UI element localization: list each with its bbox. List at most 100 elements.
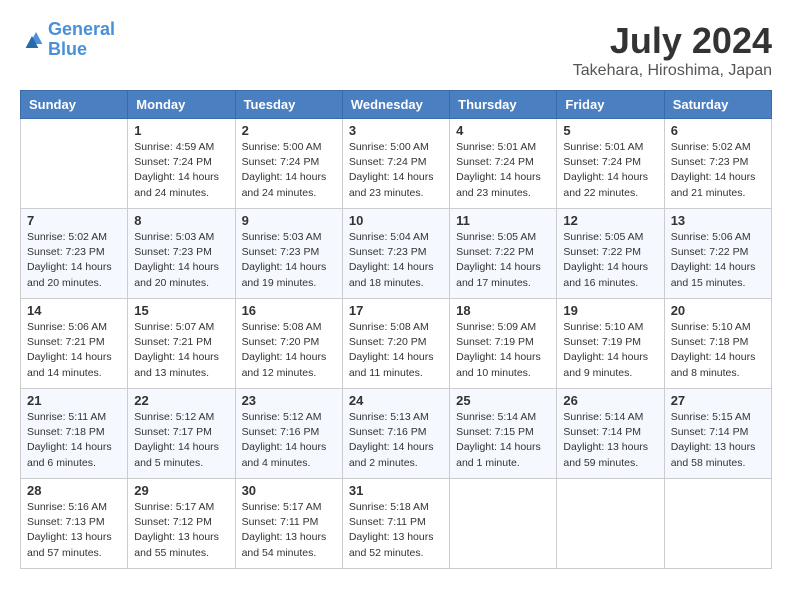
logo-general: General bbox=[48, 19, 115, 39]
calendar-cell: 11 Sunrise: 5:05 AMSunset: 7:22 PMDayligh… bbox=[450, 209, 557, 299]
calendar-cell: 5Sunrise: 5:01 AMSunset: 7:24 PMDaylight… bbox=[557, 119, 664, 209]
day-info: Sunrise: 5:14 AMSunset: 7:15 PMDaylight:… bbox=[456, 410, 550, 471]
column-header-tuesday: Tuesday bbox=[235, 91, 342, 119]
day-info: Sunrise: 5:00 AMSunset: 7:24 PMDaylight:… bbox=[349, 140, 443, 201]
calendar-table: SundayMondayTuesdayWednesdayThursdayFrid… bbox=[20, 90, 772, 569]
column-header-friday: Friday bbox=[557, 91, 664, 119]
day-number: 6 bbox=[671, 123, 765, 138]
calendar-cell: 15 Sunrise: 5:07 AMSunset: 7:21 PMDayligh… bbox=[128, 299, 235, 389]
day-info: Sunrise: 5:00 AMSunset: 7:24 PMDaylight:… bbox=[242, 140, 336, 201]
calendar-cell: 23Sunrise: 5:12 AMSunset: 7:16 PMDayligh… bbox=[235, 389, 342, 479]
day-info: Sunrise: 4:59 AMSunset: 7:24 PMDaylight:… bbox=[134, 140, 228, 201]
calendar-cell: 10Sunrise: 5:04 AMSunset: 7:23 PMDayligh… bbox=[342, 209, 449, 299]
day-info: Sunrise: 5:07 AMSunset: 7:21 PMDaylight:… bbox=[134, 320, 228, 381]
week-row-1: 1Sunrise: 4:59 AMSunset: 7:24 PMDaylight… bbox=[21, 119, 772, 209]
day-info: Sunrise: 5:09 AMSunset: 7:19 PMDaylight:… bbox=[456, 320, 550, 381]
column-header-thursday: Thursday bbox=[450, 91, 557, 119]
day-info: Sunrise: 5:10 AMSunset: 7:19 PMDaylight:… bbox=[563, 320, 657, 381]
day-info: Sunrise: 5:08 AMSunset: 7:20 PMDaylight:… bbox=[242, 320, 336, 381]
logo-icon bbox=[20, 28, 44, 52]
day-number: 14 bbox=[27, 303, 121, 318]
day-number: 17 bbox=[349, 303, 443, 318]
week-row-4: 21Sunrise: 5:11 AMSunset: 7:18 PMDayligh… bbox=[21, 389, 772, 479]
day-info: Sunrise: 5:05 AMSunset: 7:22 PMDaylight:… bbox=[563, 230, 657, 291]
calendar-cell bbox=[664, 479, 771, 569]
day-info: Sunrise: 5:12 AMSunset: 7:16 PMDaylight:… bbox=[242, 410, 336, 471]
day-info: Sunrise: 5:11 AMSunset: 7:18 PMDaylight:… bbox=[27, 410, 121, 471]
day-number: 2 bbox=[242, 123, 336, 138]
day-number: 5 bbox=[563, 123, 657, 138]
calendar-cell: 22Sunrise: 5:12 AMSunset: 7:17 PMDayligh… bbox=[128, 389, 235, 479]
day-info: Sunrise: 5:16 AMSunset: 7:13 PMDaylight:… bbox=[27, 500, 121, 561]
calendar-cell: 2 Sunrise: 5:00 AMSunset: 7:24 PMDaylight… bbox=[235, 119, 342, 209]
day-number: 10 bbox=[349, 213, 443, 228]
month-title: July 2024 bbox=[573, 20, 772, 62]
calendar-cell: 9 Sunrise: 5:03 AMSunset: 7:23 PMDaylight… bbox=[235, 209, 342, 299]
logo: General Blue bbox=[20, 20, 115, 60]
day-number: 28 bbox=[27, 483, 121, 498]
calendar-cell: 16 Sunrise: 5:08 AMSunset: 7:20 PMDayligh… bbox=[235, 299, 342, 389]
day-info: Sunrise: 5:06 AMSunset: 7:22 PMDaylight:… bbox=[671, 230, 765, 291]
calendar-cell: 1Sunrise: 4:59 AMSunset: 7:24 PMDaylight… bbox=[128, 119, 235, 209]
calendar-cell: 13 Sunrise: 5:06 AMSunset: 7:22 PMDayligh… bbox=[664, 209, 771, 299]
calendar-cell: 20 Sunrise: 5:10 AMSunset: 7:18 PMDayligh… bbox=[664, 299, 771, 389]
location-title: Takehara, Hiroshima, Japan bbox=[573, 62, 772, 80]
day-info: Sunrise: 5:17 AMSunset: 7:11 PMDaylight:… bbox=[242, 500, 336, 561]
page-header: General Blue July 2024 Takehara, Hiroshi… bbox=[20, 20, 772, 80]
day-number: 24 bbox=[349, 393, 443, 408]
day-number: 15 bbox=[134, 303, 228, 318]
day-number: 19 bbox=[563, 303, 657, 318]
day-info: Sunrise: 5:12 AMSunset: 7:17 PMDaylight:… bbox=[134, 410, 228, 471]
day-info: Sunrise: 5:17 AMSunset: 7:12 PMDaylight:… bbox=[134, 500, 228, 561]
day-info: Sunrise: 5:18 AMSunset: 7:11 PMDaylight:… bbox=[349, 500, 443, 561]
calendar-cell: 17 Sunrise: 5:08 AMSunset: 7:20 PMDayligh… bbox=[342, 299, 449, 389]
calendar-cell bbox=[557, 479, 664, 569]
title-area: July 2024 Takehara, Hiroshima, Japan bbox=[573, 20, 772, 80]
calendar-cell: 4 Sunrise: 5:01 AMSunset: 7:24 PMDaylight… bbox=[450, 119, 557, 209]
calendar-cell: 8 Sunrise: 5:03 AMSunset: 7:23 PMDaylight… bbox=[128, 209, 235, 299]
day-number: 3 bbox=[349, 123, 443, 138]
day-info: Sunrise: 5:13 AMSunset: 7:16 PMDaylight:… bbox=[349, 410, 443, 471]
day-number: 18 bbox=[456, 303, 550, 318]
calendar-cell: 14 Sunrise: 5:06 AMSunset: 7:21 PMDayligh… bbox=[21, 299, 128, 389]
day-number: 20 bbox=[671, 303, 765, 318]
day-info: Sunrise: 5:03 AMSunset: 7:23 PMDaylight:… bbox=[242, 230, 336, 291]
calendar-cell: 25Sunrise: 5:14 AMSunset: 7:15 PMDayligh… bbox=[450, 389, 557, 479]
column-header-monday: Monday bbox=[128, 91, 235, 119]
week-row-2: 7 Sunrise: 5:02 AMSunset: 7:23 PMDaylight… bbox=[21, 209, 772, 299]
day-number: 4 bbox=[456, 123, 550, 138]
calendar-cell: 18 Sunrise: 5:09 AMSunset: 7:19 PMDayligh… bbox=[450, 299, 557, 389]
day-number: 7 bbox=[27, 213, 121, 228]
calendar-cell: 30Sunrise: 5:17 AMSunset: 7:11 PMDayligh… bbox=[235, 479, 342, 569]
day-info: Sunrise: 5:06 AMSunset: 7:21 PMDaylight:… bbox=[27, 320, 121, 381]
day-info: Sunrise: 5:15 AMSunset: 7:14 PMDaylight:… bbox=[671, 410, 765, 471]
calendar-cell: 3 Sunrise: 5:00 AMSunset: 7:24 PMDaylight… bbox=[342, 119, 449, 209]
day-number: 29 bbox=[134, 483, 228, 498]
day-info: Sunrise: 5:14 AMSunset: 7:14 PMDaylight:… bbox=[563, 410, 657, 471]
day-info: Sunrise: 5:03 AMSunset: 7:23 PMDaylight:… bbox=[134, 230, 228, 291]
day-info: Sunrise: 5:08 AMSunset: 7:20 PMDaylight:… bbox=[349, 320, 443, 381]
day-info: Sunrise: 5:05 AMSunset: 7:22 PMDaylight:… bbox=[456, 230, 550, 291]
calendar-cell: 29 Sunrise: 5:17 AMSunset: 7:12 PMDayligh… bbox=[128, 479, 235, 569]
calendar-cell: 26 Sunrise: 5:14 AMSunset: 7:14 PMDayligh… bbox=[557, 389, 664, 479]
calendar-cell: 31Sunrise: 5:18 AMSunset: 7:11 PMDayligh… bbox=[342, 479, 449, 569]
calendar-cell bbox=[21, 119, 128, 209]
week-row-3: 14 Sunrise: 5:06 AMSunset: 7:21 PMDayligh… bbox=[21, 299, 772, 389]
day-number: 12 bbox=[563, 213, 657, 228]
day-number: 26 bbox=[563, 393, 657, 408]
day-number: 9 bbox=[242, 213, 336, 228]
calendar-cell: 19 Sunrise: 5:10 AMSunset: 7:19 PMDayligh… bbox=[557, 299, 664, 389]
header-row: SundayMondayTuesdayWednesdayThursdayFrid… bbox=[21, 91, 772, 119]
week-row-5: 28 Sunrise: 5:16 AMSunset: 7:13 PMDayligh… bbox=[21, 479, 772, 569]
day-info: Sunrise: 5:10 AMSunset: 7:18 PMDaylight:… bbox=[671, 320, 765, 381]
day-number: 13 bbox=[671, 213, 765, 228]
calendar-cell: 27Sunrise: 5:15 AMSunset: 7:14 PMDayligh… bbox=[664, 389, 771, 479]
day-number: 11 bbox=[456, 213, 550, 228]
day-number: 16 bbox=[242, 303, 336, 318]
day-info: Sunrise: 5:01 AMSunset: 7:24 PMDaylight:… bbox=[456, 140, 550, 201]
day-number: 8 bbox=[134, 213, 228, 228]
day-info: Sunrise: 5:02 AMSunset: 7:23 PMDaylight:… bbox=[671, 140, 765, 201]
calendar-cell: 28 Sunrise: 5:16 AMSunset: 7:13 PMDayligh… bbox=[21, 479, 128, 569]
column-header-wednesday: Wednesday bbox=[342, 91, 449, 119]
day-info: Sunrise: 5:02 AMSunset: 7:23 PMDaylight:… bbox=[27, 230, 121, 291]
